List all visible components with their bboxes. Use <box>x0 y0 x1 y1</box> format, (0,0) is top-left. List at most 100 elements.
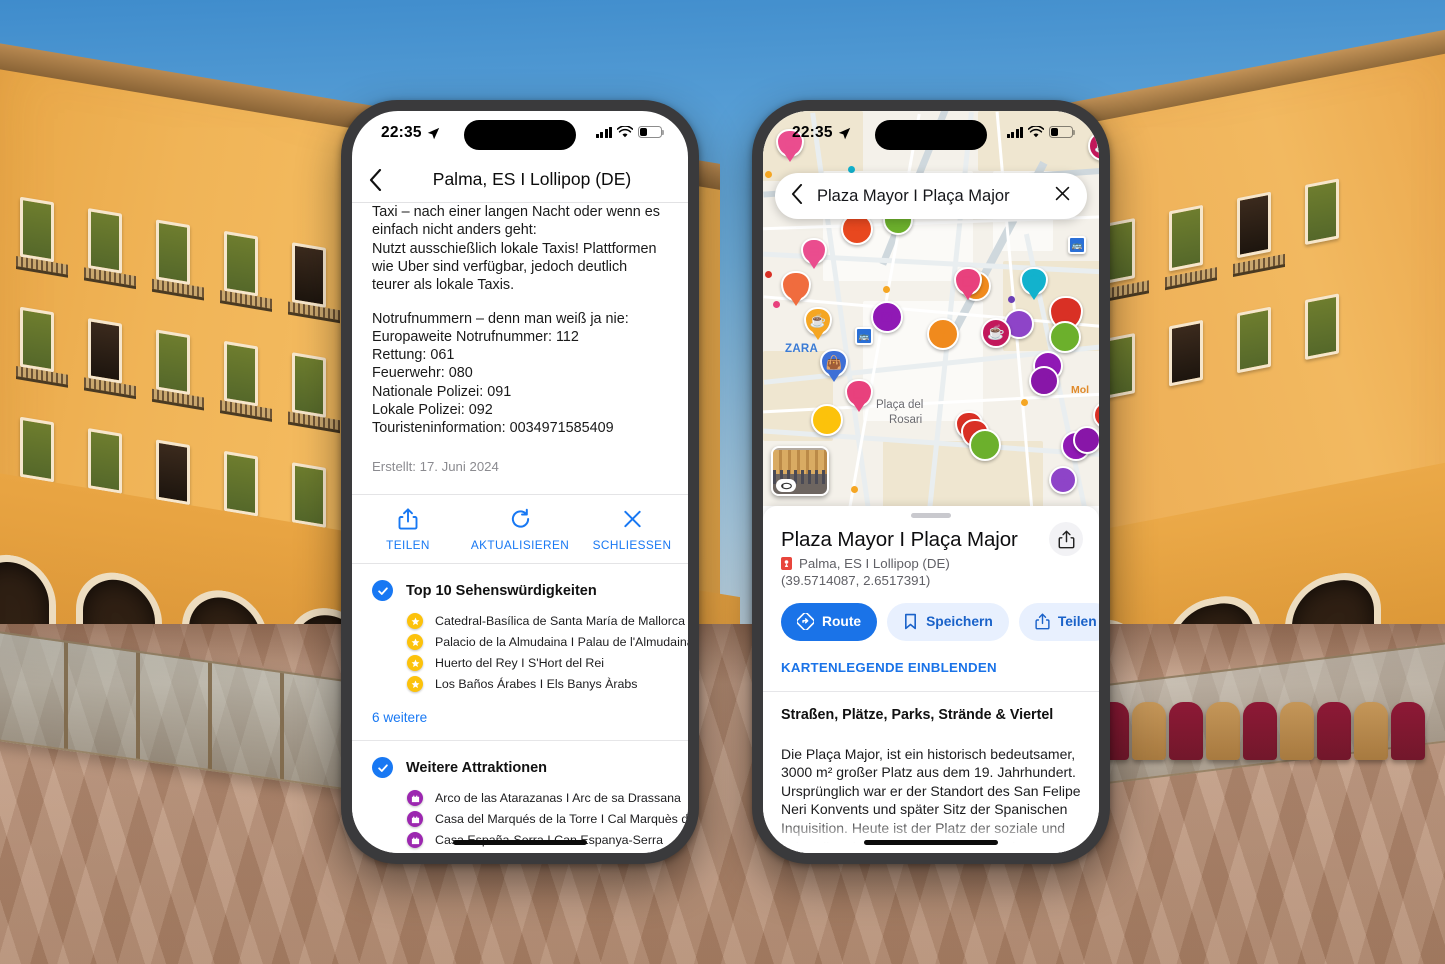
map-view[interactable]: ZARA Plaça del Rosari Mol ✕⛫▤▤▽☕⛫👜★YY▦☕▤… <box>763 111 1099 506</box>
close-icon <box>623 511 641 528</box>
share-button[interactable]: Teilen <box>1018 602 1099 641</box>
divider <box>763 690 1099 692</box>
castle-icon[interactable]: ⛫ <box>871 301 903 333</box>
phone-left: 22:35 Palma, ES I Lollipop (DE) Taxi – n… <box>341 100 699 864</box>
home-indicator <box>453 840 587 845</box>
wifi-icon <box>617 126 633 138</box>
section-top10: Top 10 Sehenswürdigkeiten Catedral-Basíl… <box>352 564 688 742</box>
list-item[interactable]: Los Baños Árabes I Els Banys Àrabs <box>407 676 688 693</box>
list-item[interactable]: Huerto del Rey I S'Hort del Rei <box>407 655 688 672</box>
hotel-icon[interactable]: ▤ <box>954 267 982 295</box>
star-icon[interactable]: ★ <box>811 404 843 436</box>
park-icon[interactable]: ▯ <box>1049 321 1081 353</box>
share-action-label: TEILEN <box>386 538 430 553</box>
cellular-bars-icon <box>1006 126 1023 138</box>
status-time: 22:35 <box>792 124 833 141</box>
share-button-label: Teilen <box>1057 614 1097 629</box>
park-icon[interactable]: ▯ <box>969 429 1001 461</box>
sheet-grabber[interactable] <box>911 513 951 518</box>
search-bar[interactable]: Plaza Mayor I Plaça Major <box>775 173 1087 219</box>
phone-right-screen: ZARA Plaça del Rosari Mol ✕⛫▤▤▽☕⛫👜★YY▦☕▤… <box>763 111 1099 853</box>
bank-icon[interactable]: 🏛 <box>1020 267 1048 295</box>
section-title: Top 10 Sehenswürdigkeiten <box>406 582 597 599</box>
star-icon <box>407 676 423 693</box>
castle-icon[interactable]: ⛫ <box>1073 426 1099 454</box>
poi-label: Huerto del Rey I S'Hort del Rei <box>435 656 605 671</box>
bus-icon[interactable]: 🚌 <box>855 327 873 345</box>
bookmark-icon <box>905 613 917 630</box>
hotel-icon[interactable]: ▤ <box>801 238 827 264</box>
map-dot[interactable] <box>765 271 772 278</box>
list-item[interactable]: Casa del Marqués de la Torre I Cal Marqu… <box>407 811 688 828</box>
location-arrow-icon <box>838 127 850 139</box>
section-attractions: Weitere Attraktionen Arco de las Ataraza… <box>352 741 688 853</box>
photo-tint <box>0 0 1445 964</box>
home-indicator <box>864 840 998 845</box>
action-buttons: Route Speichern Teilen <box>781 602 1099 641</box>
map-dot[interactable] <box>851 486 858 493</box>
list-item[interactable]: Catedral-Basílica de Santa María de Mall… <box>407 613 688 630</box>
content-fade <box>763 819 1099 853</box>
map-dot[interactable] <box>1008 296 1015 303</box>
map-label-placa-1: Plaça del <box>876 399 924 411</box>
bus-icon[interactable]: 🚌 <box>1068 236 1086 254</box>
close-action[interactable]: SCHLIESSEN <box>576 508 688 552</box>
share-icon <box>1035 613 1050 630</box>
section-top10-head[interactable]: Top 10 Sehenswürdigkeiten <box>352 576 688 607</box>
action-row: TEILEN AKTUALISIEREN SCHLIESSEN <box>352 494 688 565</box>
place-title: Plaza Mayor I Plaça Major <box>781 527 1018 551</box>
museum-icon[interactable]: ▦ <box>1049 466 1077 494</box>
document-body: Taxi – nach einer langen Nacht oder wenn… <box>352 203 688 437</box>
castle-icon[interactable]: ⛫ <box>1029 366 1059 396</box>
map-dot[interactable] <box>883 286 890 293</box>
close-action-label: SCHLIESSEN <box>592 538 672 553</box>
place-detail-sheet[interactable]: Plaza Mayor I Plaça Major Palma, ES I Lo… <box>763 506 1099 853</box>
list-item[interactable]: Palacio de la Almudaina I Palau de l'Alm… <box>407 634 688 651</box>
section-attractions-head[interactable]: Weitere Attraktionen <box>352 753 688 784</box>
star-icon <box>407 655 423 672</box>
poi-label: Los Baños Árabes I Els Banys Àrabs <box>435 677 638 692</box>
checkbox-checked-icon[interactable] <box>372 757 393 779</box>
wifi-icon <box>1028 126 1044 138</box>
cafe-icon[interactable]: ☕ <box>804 307 832 335</box>
map-label-mol: Mol <box>1071 384 1090 396</box>
back-button[interactable] <box>791 183 803 209</box>
checkbox-checked-icon[interactable] <box>372 580 393 602</box>
street-view-thumbnail[interactable] <box>771 446 829 496</box>
section-title: Weitere Attraktionen <box>406 759 547 776</box>
map-dot[interactable] <box>848 166 855 173</box>
map-dot[interactable] <box>1021 399 1028 406</box>
route-button[interactable]: Route <box>781 602 878 641</box>
doc-paragraph-emergency: Notrufnummern – denn man weiß ja nie: Eu… <box>372 310 629 437</box>
sheet-content: Plaza Mayor I Plaça Major Palma, ES I Lo… <box>763 522 1099 853</box>
hotel-icon[interactable]: ▤ <box>845 379 873 407</box>
map-label-zara: ZARA <box>785 343 819 355</box>
share-action[interactable]: TEILEN <box>352 508 464 552</box>
map-dot[interactable] <box>765 171 772 178</box>
directions-icon <box>797 613 814 630</box>
shopping-icon[interactable]: 👜 <box>820 349 848 377</box>
wine-icon[interactable]: ▽ <box>781 271 811 301</box>
save-button[interactable]: Speichern <box>887 602 1009 641</box>
list-item[interactable]: Arco de las Atarazanas I Arc de sa Drass… <box>407 790 688 807</box>
more-link-top10[interactable]: 6 weitere <box>352 699 688 736</box>
location-arrow-icon <box>427 127 439 139</box>
place-category: Straßen, Plätze, Parks, Strände & Vierte… <box>781 706 1054 723</box>
clear-search-button[interactable] <box>1054 185 1071 207</box>
bar-icon[interactable]: Y <box>927 318 959 350</box>
phone-left-screen: 22:35 Palma, ES I Lollipop (DE) Taxi – n… <box>352 111 688 853</box>
battery-icon <box>1049 126 1076 138</box>
nav-header-left: Palma, ES I Lollipop (DE) <box>352 157 688 203</box>
cellular-bars-icon <box>595 126 612 138</box>
document-scroll-area[interactable]: Taxi – nach einer langen Nacht oder wenn… <box>352 203 688 853</box>
map-dot[interactable] <box>773 301 780 308</box>
refresh-action[interactable]: AKTUALISIEREN <box>464 508 576 552</box>
star-icon <box>407 613 423 630</box>
map-pin-icon <box>781 556 792 570</box>
map-legend-link[interactable]: KARTENLEGENDE EINBLENDEN <box>781 660 1081 675</box>
share-button-circle[interactable] <box>1049 522 1083 556</box>
cafe-icon[interactable]: ☕ <box>981 318 1011 348</box>
battery-icon <box>638 126 665 138</box>
castle-icon <box>407 832 423 849</box>
poi-label: Arco de las Atarazanas I Arc de sa Drass… <box>435 791 681 806</box>
